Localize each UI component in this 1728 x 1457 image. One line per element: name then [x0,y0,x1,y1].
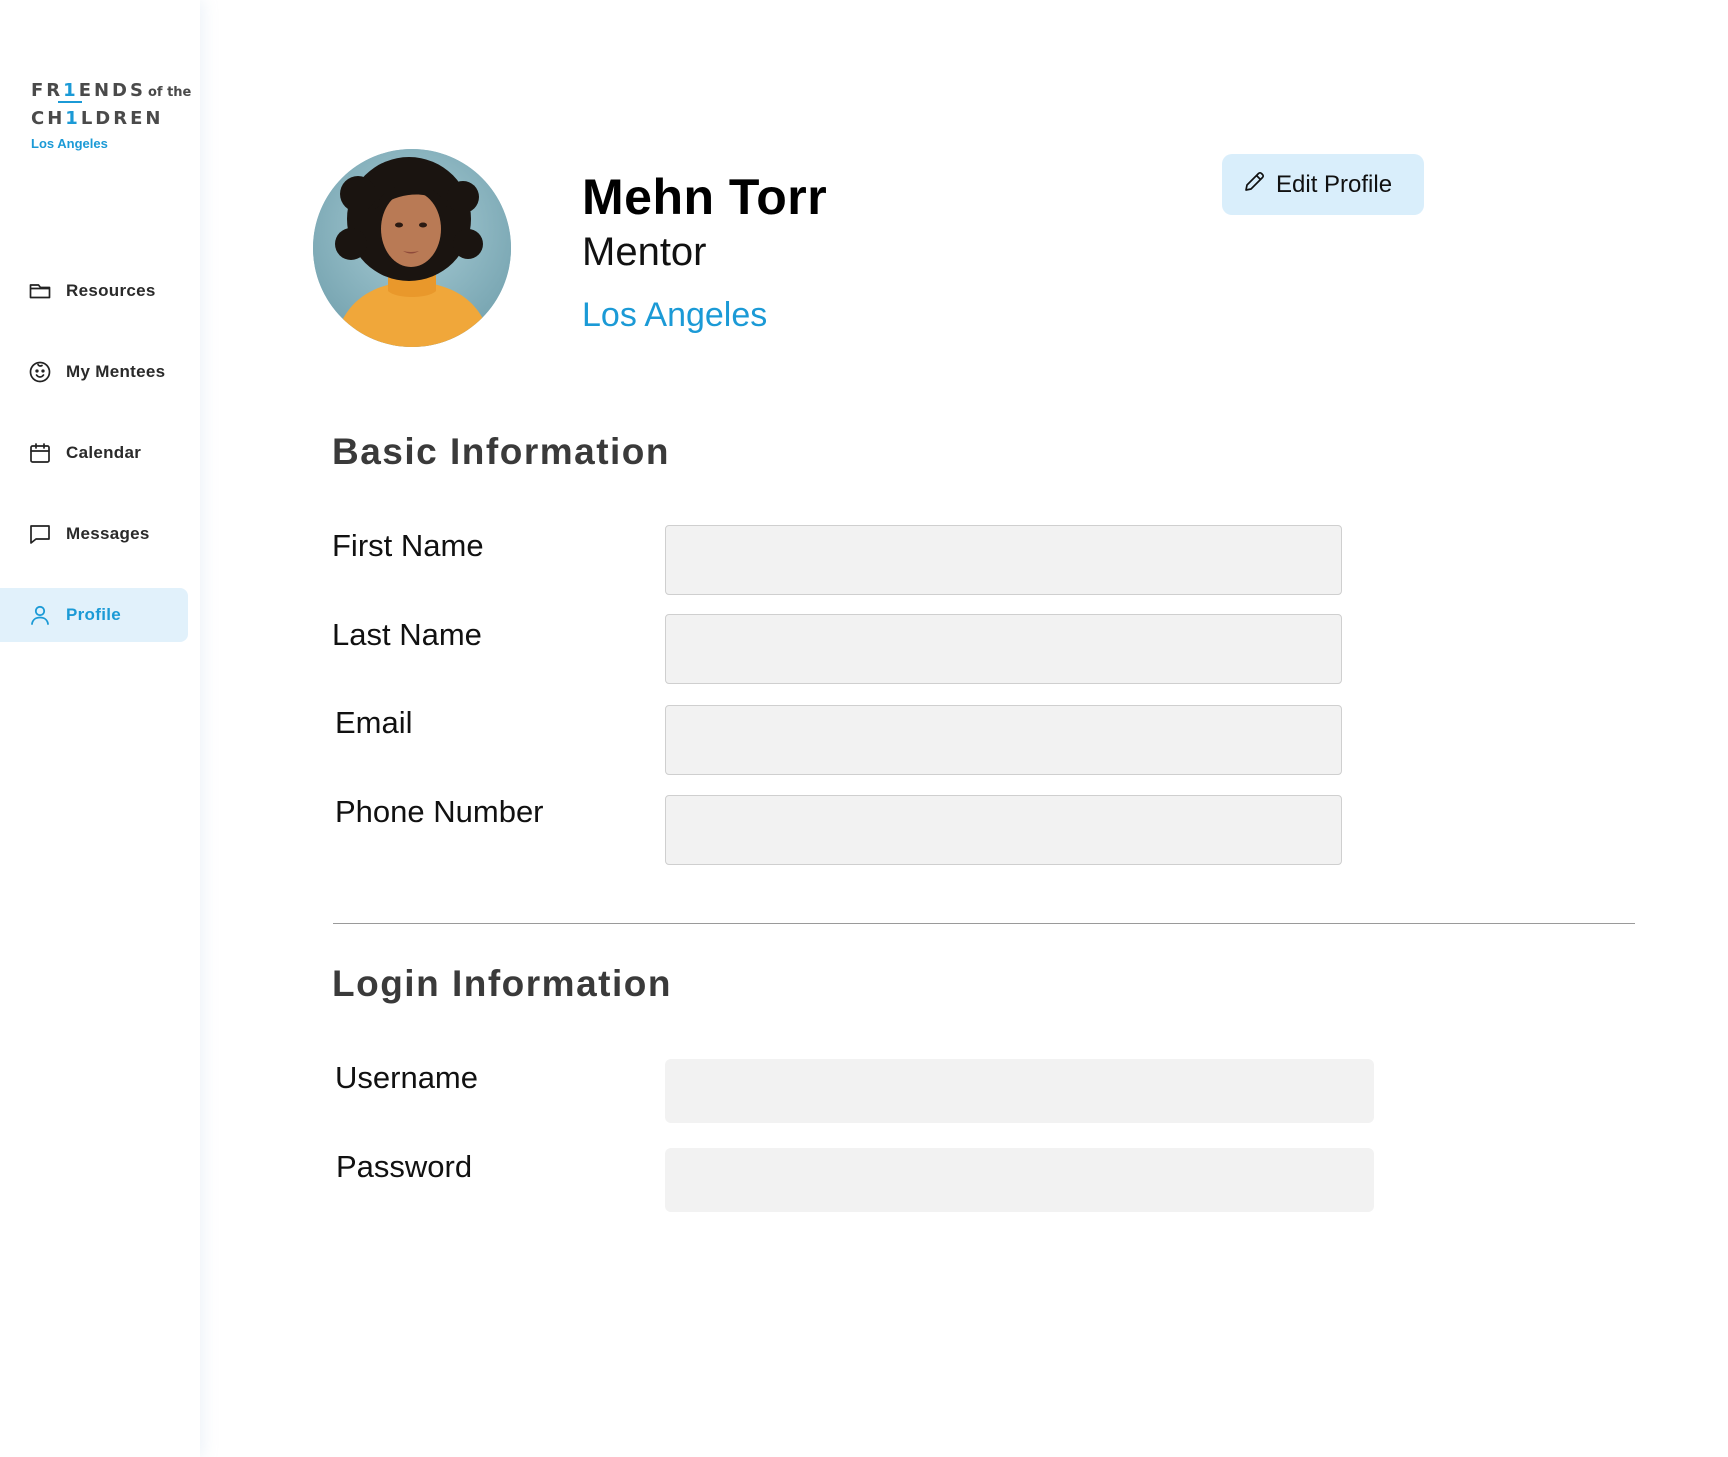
last-name-field[interactable] [665,614,1342,684]
message-icon [28,522,52,546]
sidebar-item-label: Calendar [66,443,142,462]
profile-location: Los Angeles [582,296,768,334]
sidebar-item-label: Profile [66,605,122,624]
profile-avatar [313,149,511,347]
sidebar-item-messages[interactable]: Messages [0,507,188,561]
edit-profile-button[interactable]: Edit Profile [1222,154,1424,215]
sidebar-item-my-mentees[interactable]: My Mentees [0,345,188,399]
first-name-field[interactable] [665,525,1342,595]
phone-number-field[interactable] [665,795,1342,865]
edit-profile-label: Edit Profile [1276,170,1393,198]
sidebar: FR1ENDS of the CH1LDREN Los Angeles Resou… [0,0,200,1457]
sidebar-item-label: Messages [66,524,150,543]
last-name-label: Last Name [332,617,482,652]
password-label: Password [336,1149,473,1184]
sidebar-item-label: My Mentees [66,362,166,381]
pencil-icon [1242,170,1266,199]
email-field[interactable] [665,705,1342,775]
calendar-icon [28,441,52,465]
profile-role: Mentor [582,230,707,274]
email-label: Email [335,705,413,740]
basic-information-heading: Basic Information [332,431,670,472]
password-field[interactable] [665,1148,1374,1212]
logo-line-1: FR1ENDS of the [31,80,192,101]
friends-of-the-children-logo[interactable]: FR1ENDS of the CH1LDREN Los Angeles [31,78,191,151]
logo-line-2: CH1LDREN [31,108,164,129]
phone-number-label: Phone Number [335,794,544,829]
login-information-heading: Login Information [332,963,672,1004]
sidebar-item-label: Resources [66,281,156,300]
sidebar-item-calendar[interactable]: Calendar [0,426,188,480]
section-divider [333,923,1635,924]
username-field[interactable] [665,1059,1374,1123]
sidebar-nav: Resources My Mentees Calendar Messages P… [0,264,188,669]
folder-icon [28,279,52,303]
sidebar-item-profile[interactable]: Profile [0,588,188,642]
user-icon [28,603,52,627]
username-label: Username [335,1060,478,1095]
sidebar-item-resources[interactable]: Resources [0,264,188,318]
profile-name: Mehn Torr [582,169,828,225]
smiley-icon [28,360,52,384]
first-name-label: First Name [332,528,484,563]
logo-city: Los Angeles [31,136,108,151]
